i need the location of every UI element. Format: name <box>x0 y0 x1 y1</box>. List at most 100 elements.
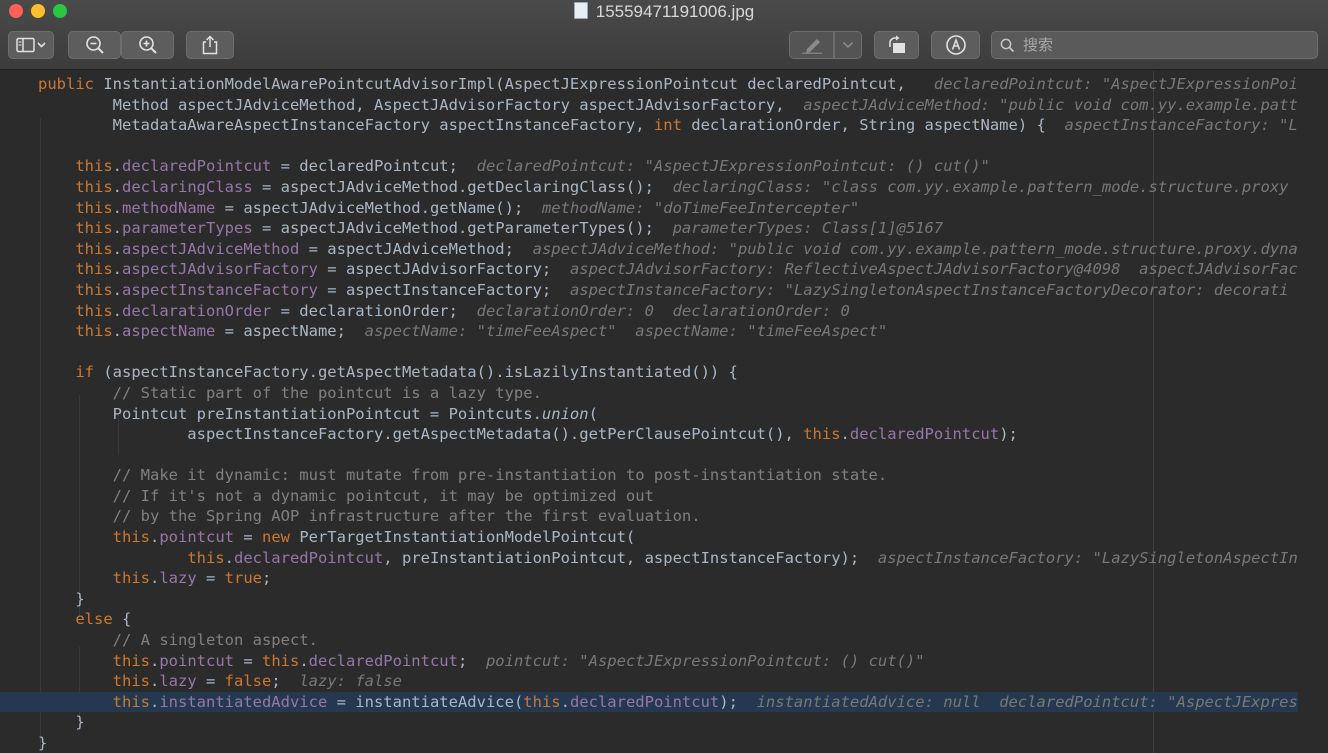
code-line: aspectInstanceFactory.getAspectMetadata(… <box>0 424 1298 445</box>
code-text: . <box>149 528 160 547</box>
chevron-down-icon <box>842 41 854 49</box>
keyword: this <box>75 280 113 299</box>
field-name: declaredPointcut <box>569 692 720 711</box>
rotate-icon <box>888 35 905 53</box>
code-text: MetadataAwareAspectInstanceFactory aspec… <box>38 116 654 135</box>
zoom-in-icon <box>138 36 157 54</box>
code-text: . <box>112 177 122 196</box>
code-text: . <box>149 692 160 711</box>
zoom-out-button[interactable] <box>68 31 121 59</box>
code-text: ; <box>457 651 477 670</box>
code-line: // by the Spring AOP infrastructure afte… <box>0 506 1298 527</box>
code-text: . <box>299 651 309 670</box>
share-button[interactable] <box>186 31 234 59</box>
keyword: else <box>75 610 122 629</box>
debug-inline-value: aspectJAdviceMethod: "public void com.yy… <box>523 239 1298 258</box>
code-text: = aspectJAdviceMethod.getDeclaringClass(… <box>252 177 664 196</box>
markup-pen-button[interactable] <box>789 31 834 59</box>
code-line: this.declaredPointcut, preInstantiationP… <box>0 548 1298 569</box>
code-text: ( <box>588 404 598 423</box>
code-text: . <box>112 219 122 238</box>
code-text: . <box>112 198 122 217</box>
keyword: this <box>75 322 113 341</box>
code-text: = aspectJAdvisorFactory; <box>317 260 561 279</box>
code-block: public InstantiationModelAwarePointcutAd… <box>0 74 1298 753</box>
code-line: if (aspectInstanceFactory.getAspectMetad… <box>0 362 1298 383</box>
debug-inline-value: methodName: "doTimeFeeIntercepter" <box>532 198 860 217</box>
rotate-button[interactable] <box>874 31 919 59</box>
keyword: public <box>38 75 104 93</box>
debug-inline-value: pointcut: "AspectJExpressionPointcut: ()… <box>476 651 925 670</box>
code-line: Pointcut preInstantiationPointcut = Poin… <box>0 404 1298 425</box>
keyword: this <box>261 651 300 670</box>
code-line: // Make it dynamic: must mutate from pre… <box>0 465 1298 486</box>
search-input[interactable] <box>1021 35 1305 55</box>
code-text: . <box>560 692 570 711</box>
preview-window: 15559471191006.jpg 搜索 public Instantiati… <box>0 0 1328 753</box>
code-text: . <box>149 569 160 588</box>
markup-dropdown-button[interactable] <box>834 31 862 59</box>
field-name: pointcut <box>159 528 234 547</box>
code-text: Pointcut preInstantiationPointcut = Poin… <box>38 404 542 423</box>
code-text: = <box>233 528 262 547</box>
debug-inline-value: declaredPointcut: "AspectJExpressionPoin… <box>467 157 990 176</box>
debug-inline-value: declaringClass: "class com.yy.example.pa… <box>663 177 1289 196</box>
code-text: ); <box>719 692 748 711</box>
code-line: this.aspectName = aspectName; aspectName… <box>0 321 1298 342</box>
code-text: } <box>38 734 48 752</box>
window-title: 15559471191006.jpg <box>0 2 1328 22</box>
code-text: PerTargetInstantiationModelPointcut( <box>299 528 636 547</box>
debug-inline-value: aspectInstanceFactory: "L <box>1055 116 1298 135</box>
debug-inline-value: declaredPointcut: "AspectJExpressionPoi <box>915 75 1298 93</box>
static-method: union <box>541 404 589 423</box>
search-field[interactable] <box>991 31 1318 59</box>
debug-inline-value: aspectJAdvisorFactory: ReflectiveAspectJ… <box>560 260 1298 279</box>
code-text: ); <box>999 425 1018 444</box>
sidebar-icon <box>16 37 46 53</box>
markup-toolbar-button[interactable] <box>931 31 980 59</box>
keyword: this <box>112 672 150 691</box>
code-line: this.aspectJAdvisorFactory = aspectJAdvi… <box>0 259 1298 280</box>
zoom-in-button[interactable] <box>121 31 174 59</box>
code-text: = instantiateAdvice( <box>327 692 524 711</box>
keyword: this <box>523 692 561 711</box>
code-text: . <box>112 280 122 299</box>
code-line: Method aspectJAdviceMethod, AspectJAdvis… <box>0 95 1298 116</box>
code-comment: // Static part of the pointcut is a lazy… <box>112 383 542 402</box>
sidebar-toggle-button[interactable] <box>8 31 54 59</box>
code-text: = <box>233 651 262 670</box>
keyword: this <box>75 198 113 217</box>
code-text: aspectInstanceFactory.getAspectMetadata(… <box>38 425 804 444</box>
field-name: aspectJAdvisorFactory <box>122 260 318 279</box>
code-line: } <box>0 589 1298 610</box>
code-line: public InstantiationModelAwarePointcutAd… <box>0 74 1298 95</box>
code-text: = declarationOrder; <box>271 301 468 320</box>
debug-inline-value: aspectJAdviceMethod: "public void com.yy… <box>793 95 1298 114</box>
code-line: } <box>0 712 1298 733</box>
code-comment: // by the Spring AOP infrastructure afte… <box>112 507 701 526</box>
code-line: // Static part of the pointcut is a lazy… <box>0 383 1298 404</box>
current-execution-line: this.instantiatedAdvice = instantiateAdv… <box>0 691 1298 713</box>
code-text: ; <box>261 569 272 588</box>
keyword: this <box>803 425 841 444</box>
code-line: this.lazy = true; <box>0 568 1298 589</box>
search-icon <box>1000 38 1015 52</box>
keyword: int <box>653 116 692 135</box>
field-name: declaringClass <box>122 177 253 196</box>
field-name: aspectJAdviceMethod <box>122 239 300 258</box>
code-text: = aspectInstanceFactory; <box>317 280 561 299</box>
code-text: } <box>38 713 85 732</box>
code-line: } <box>0 733 1298 753</box>
code-text: = aspectName; <box>215 322 356 341</box>
keyword: if <box>75 363 104 382</box>
field-name: methodName <box>122 198 216 217</box>
field-name: lazy <box>159 569 197 588</box>
